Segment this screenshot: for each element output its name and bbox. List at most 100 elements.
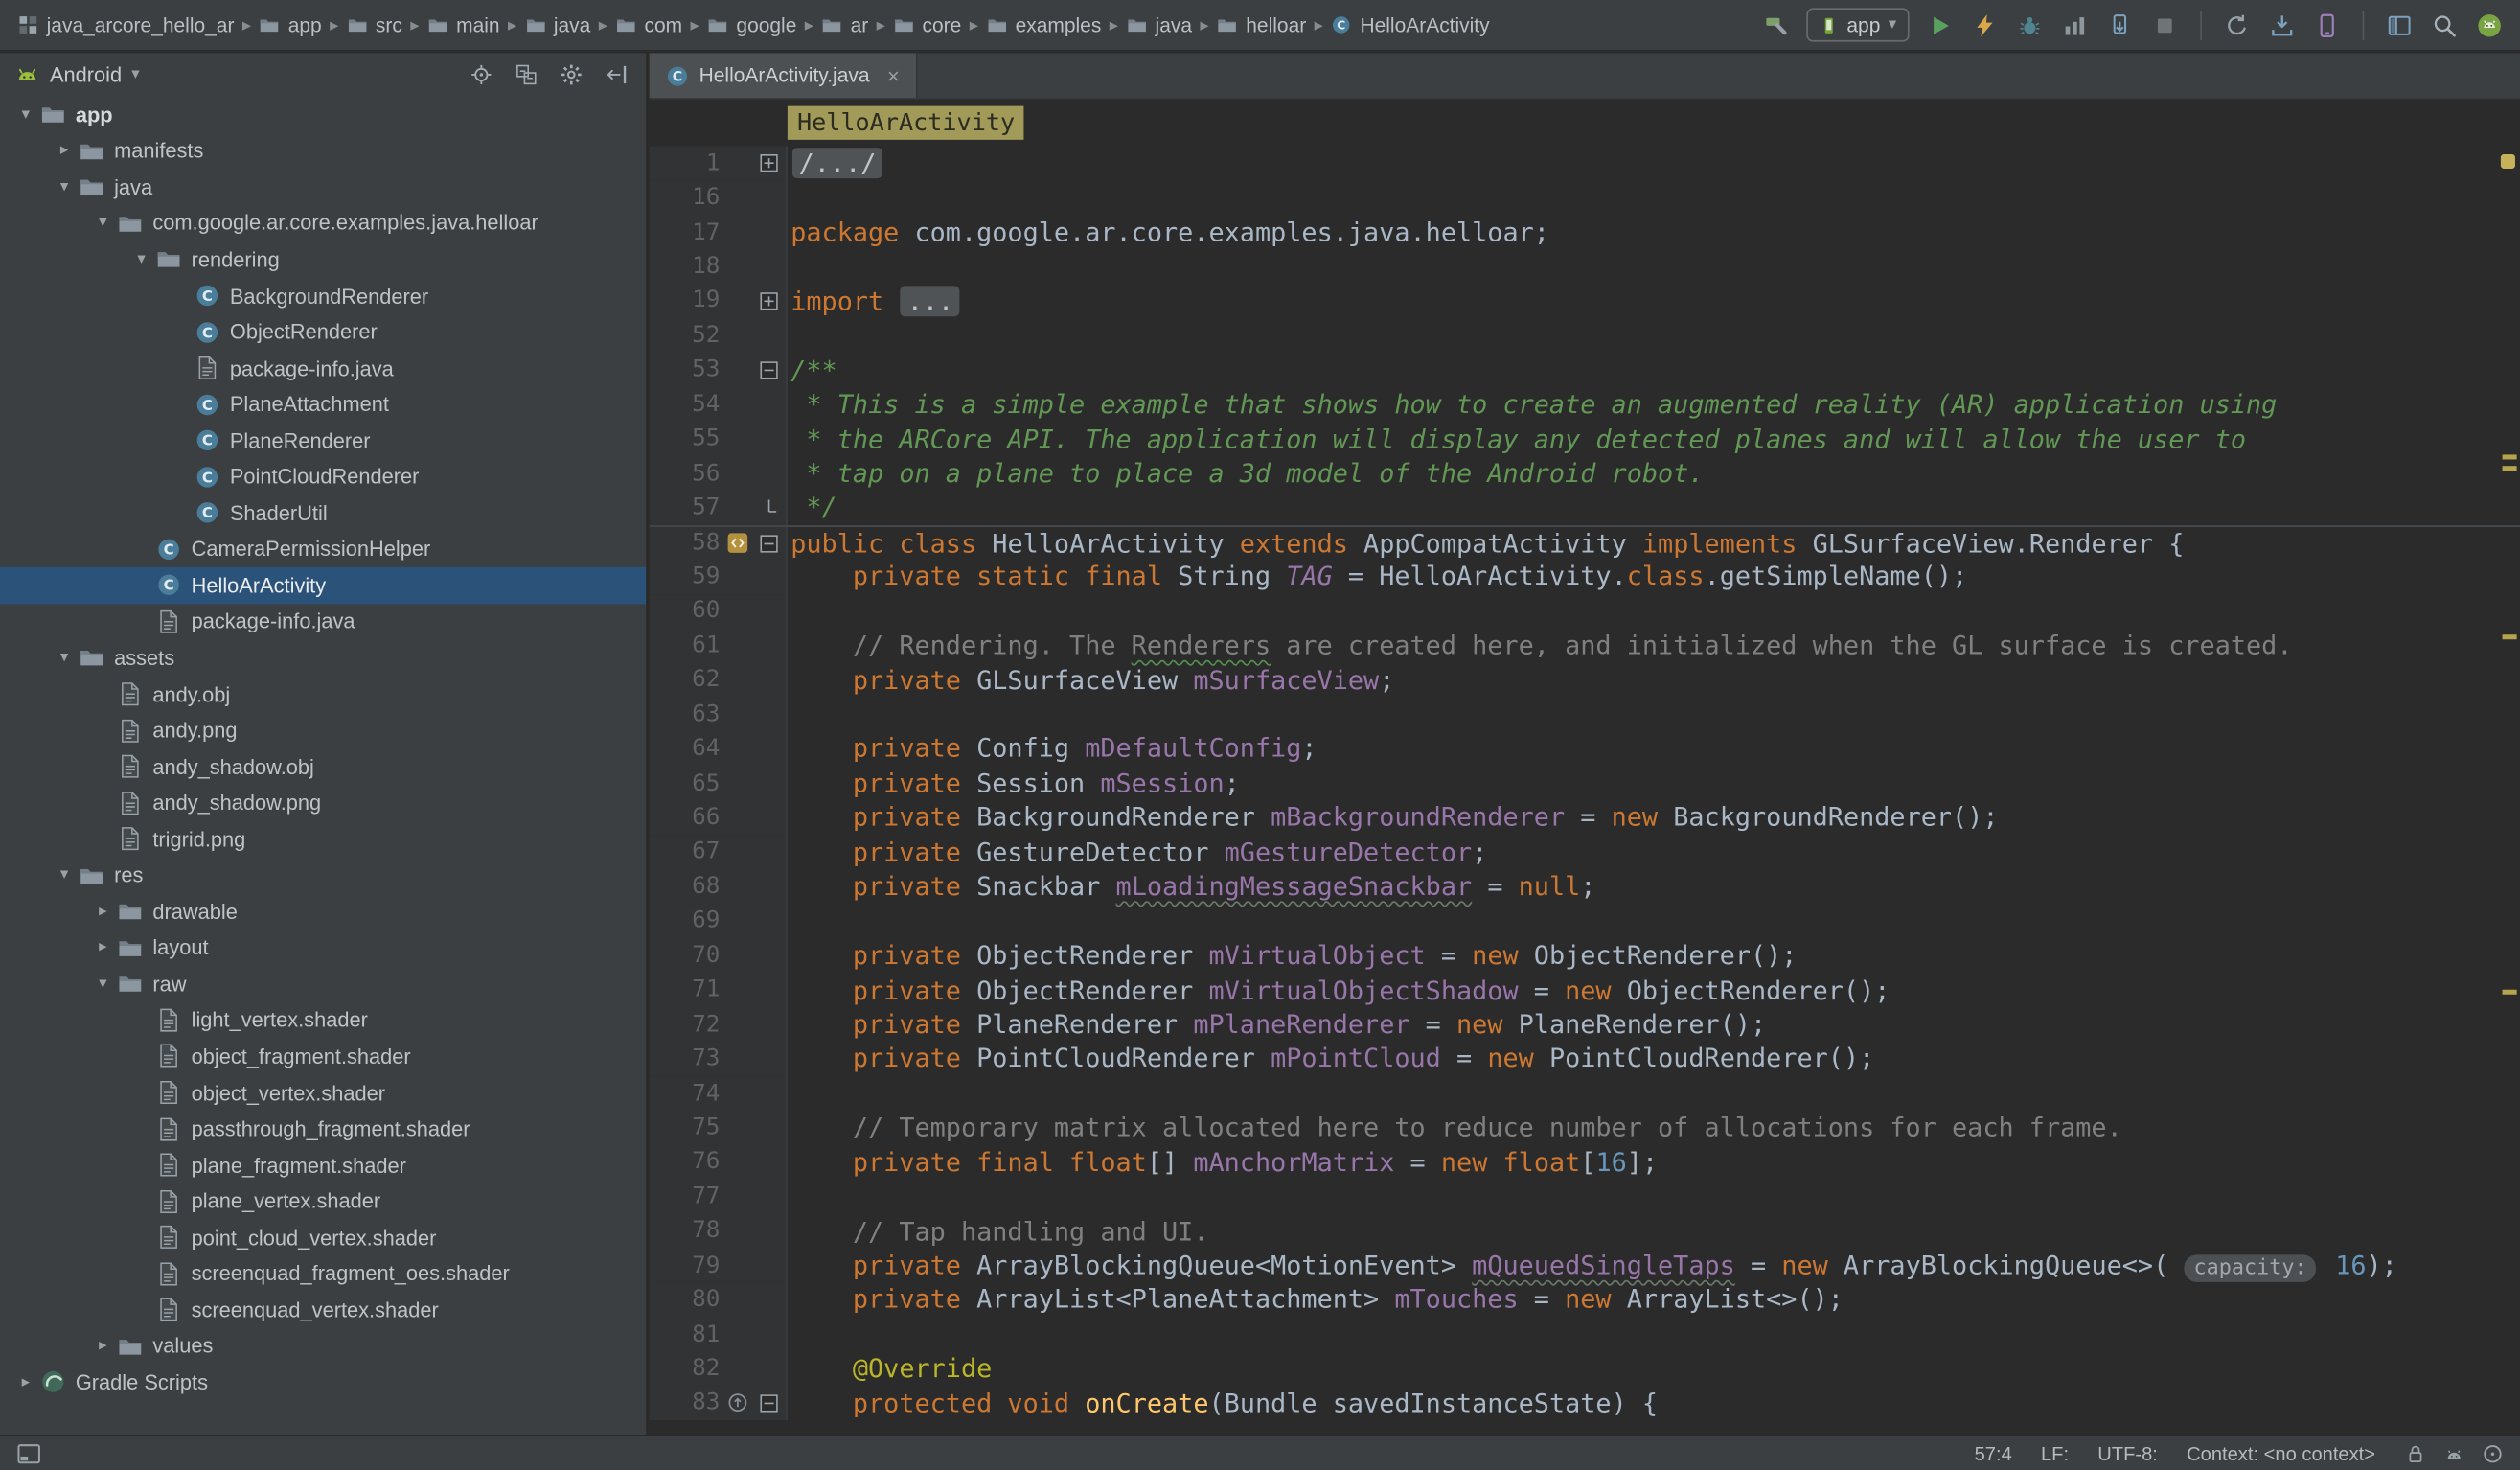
tree-item-helloaractivity[interactable]: CHelloArActivity xyxy=(0,567,646,604)
gutter[interactable]: 62 xyxy=(650,663,788,698)
tree-item-layout[interactable]: ▸layout xyxy=(0,930,646,966)
breadcrumb-item-app[interactable]: app xyxy=(254,11,326,39)
tree-item-app[interactable]: ▾app xyxy=(0,97,646,133)
inspections-indicator[interactable] xyxy=(2501,154,2515,169)
expand-arrow-icon[interactable]: ▸ xyxy=(90,939,116,956)
error-stripe[interactable] xyxy=(2498,147,2520,1436)
class-gutter-icon[interactable] xyxy=(720,532,753,554)
notifications-icon[interactable] xyxy=(2482,1442,2504,1464)
gutter[interactable]: 78 xyxy=(650,1214,788,1249)
collapse-arrow-icon[interactable]: ▾ xyxy=(128,250,154,267)
gutter[interactable]: 67 xyxy=(650,835,788,869)
collapse-arrow-icon[interactable]: ▾ xyxy=(52,866,78,884)
sdk-manager-icon[interactable] xyxy=(2268,11,2297,39)
debug-icon[interactable] xyxy=(2015,11,2044,39)
breadcrumb-item-src[interactable]: src xyxy=(342,11,407,39)
tree-item-passthrough-fragment-shader[interactable]: passthrough_fragment.shader xyxy=(0,1111,646,1147)
fold-plus-icon[interactable] xyxy=(754,154,783,172)
gutter[interactable]: 19 xyxy=(650,284,788,318)
gutter[interactable]: 63 xyxy=(650,698,788,732)
tree-item-andy-obj[interactable]: andy.obj xyxy=(0,676,646,712)
tree-item-drawable[interactable]: ▸drawable xyxy=(0,893,646,930)
collapse-arrow-icon[interactable]: ▾ xyxy=(52,178,78,195)
tree-item-object-fragment-shader[interactable]: object_fragment.shader xyxy=(0,1038,646,1074)
breadcrumb-item-helloar[interactable]: helloar xyxy=(1212,11,1311,39)
gutter[interactable]: 69 xyxy=(650,904,788,938)
tree-item-plane-vertex-shader[interactable]: plane_vertex.shader xyxy=(0,1183,646,1220)
breadcrumb-item-core[interactable]: core xyxy=(888,11,966,39)
user-avatar-icon[interactable] xyxy=(2475,11,2504,39)
breadcrumb-item-main[interactable]: main xyxy=(423,11,505,39)
file-encoding-indicator[interactable]: UTF-8: xyxy=(2097,1442,2158,1464)
collapse-all-icon[interactable] xyxy=(515,62,538,86)
breadcrumb-item-com[interactable]: com xyxy=(610,11,687,39)
gutter[interactable]: 71 xyxy=(650,973,788,1007)
code-viewport[interactable]: 1/.../1617package com.google.ar.core.exa… xyxy=(650,147,2520,1436)
gutter[interactable]: 73 xyxy=(650,1042,788,1076)
tree-item-planerenderer[interactable]: CPlaneRenderer xyxy=(0,423,646,459)
gutter[interactable]: 52 xyxy=(650,318,788,353)
gutter[interactable]: 18 xyxy=(650,249,788,284)
tree-item-andy-shadow-png[interactable]: andy_shadow.png xyxy=(0,785,646,821)
tree-item-raw[interactable]: ▾raw xyxy=(0,966,646,1002)
gutter[interactable]: 54 xyxy=(650,387,788,422)
collapse-arrow-icon[interactable]: ▾ xyxy=(90,215,116,232)
avd-manager-icon[interactable] xyxy=(2313,11,2342,39)
inspections-profile-icon[interactable] xyxy=(2442,1442,2464,1464)
breadcrumb-item-ar[interactable]: ar xyxy=(816,11,873,39)
instant-run-icon[interactable] xyxy=(1970,11,1999,39)
gutter[interactable]: 65 xyxy=(650,766,788,800)
gutter[interactable]: 83 xyxy=(650,1386,788,1420)
tree-item-planeattachment[interactable]: CPlaneAttachment xyxy=(0,386,646,423)
caret-position[interactable]: 57:4 xyxy=(1975,1442,2012,1464)
tree-item-backgroundrenderer[interactable]: CBackgroundRenderer xyxy=(0,278,646,314)
override-gutter-icon[interactable] xyxy=(720,1392,753,1414)
tree-item-plane-fragment-shader[interactable]: plane_fragment.shader xyxy=(0,1147,646,1183)
run-icon[interactable] xyxy=(1925,11,1954,39)
expand-arrow-icon[interactable]: ▸ xyxy=(90,903,116,920)
tree-item-res[interactable]: ▾res xyxy=(0,857,646,893)
collapse-arrow-icon[interactable]: ▾ xyxy=(12,105,38,123)
attach-debugger-icon[interactable] xyxy=(2105,11,2134,39)
expand-arrow-icon[interactable]: ▸ xyxy=(90,1337,116,1354)
fold-open-icon[interactable] xyxy=(754,361,783,379)
gutter[interactable]: 81 xyxy=(650,1318,788,1352)
tree-item-java[interactable]: ▾java xyxy=(0,169,646,205)
collapse-arrow-icon[interactable]: ▾ xyxy=(52,649,78,666)
tree-item-light-vertex-shader[interactable]: light_vertex.shader xyxy=(0,1002,646,1039)
gutter[interactable]: 16 xyxy=(650,181,788,216)
gutter[interactable]: 74 xyxy=(650,1076,788,1111)
tree-item-andy-png[interactable]: andy.png xyxy=(0,712,646,748)
gutter[interactable]: 60 xyxy=(650,594,788,629)
gutter[interactable]: 70 xyxy=(650,938,788,973)
tree-item-package-info-java[interactable]: package-info.java xyxy=(0,604,646,640)
locate-file-icon[interactable] xyxy=(470,62,493,86)
gutter[interactable]: 64 xyxy=(650,732,788,767)
warning-stripe-mark[interactable] xyxy=(2503,454,2517,459)
gutter[interactable]: 82 xyxy=(650,1351,788,1386)
breadcrumb-item-java[interactable]: java xyxy=(520,11,596,39)
gutter[interactable]: 72 xyxy=(650,1007,788,1042)
gutter[interactable]: 75 xyxy=(650,1111,788,1145)
gutter[interactable]: 66 xyxy=(650,800,788,835)
tree-item-object-vertex-shader[interactable]: object_vertex.shader xyxy=(0,1074,646,1111)
warning-stripe-mark[interactable] xyxy=(2503,466,2517,471)
stop-icon[interactable] xyxy=(2150,11,2179,39)
gutter[interactable]: 17 xyxy=(650,215,788,249)
gutter[interactable]: 59 xyxy=(650,560,788,594)
tree-item-screenquad-vertex-shader[interactable]: screenquad_vertex.shader xyxy=(0,1292,646,1328)
line-separator-indicator[interactable]: LF: xyxy=(2041,1442,2069,1464)
context-indicator[interactable]: Context: <no context> xyxy=(2187,1442,2375,1464)
hide-panel-icon[interactable] xyxy=(605,62,629,86)
gutter[interactable]: 77 xyxy=(650,1180,788,1214)
fold-end-icon[interactable] xyxy=(754,499,783,517)
tree-item-pointcloudrenderer[interactable]: CPointCloudRenderer xyxy=(0,459,646,495)
gutter[interactable]: 80 xyxy=(650,1283,788,1318)
project-view-selector[interactable]: Android ▾ xyxy=(14,62,140,88)
tree-item-shaderutil[interactable]: CShaderUtil xyxy=(0,494,646,531)
collapse-arrow-icon[interactable]: ▾ xyxy=(90,975,116,992)
gutter[interactable]: 1 xyxy=(650,147,788,181)
sync-gradle-icon[interactable] xyxy=(2223,11,2252,39)
gutter[interactable]: 61 xyxy=(650,629,788,663)
fold-open-icon[interactable] xyxy=(754,1394,783,1412)
